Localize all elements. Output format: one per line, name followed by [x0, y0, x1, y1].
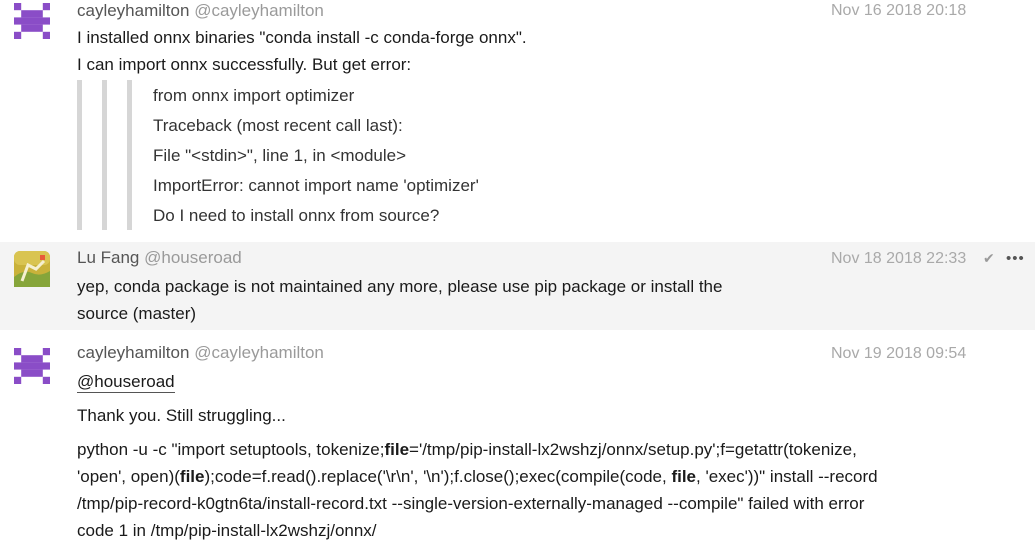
- code-line: python -u -c "import setuptools, tokeniz…: [77, 440, 857, 459]
- message-line: source (master): [77, 304, 197, 323]
- code-line: /tmp/pip-record-k0gtn6ta/install-record.…: [77, 494, 865, 513]
- author-name[interactable]: cayleyhamilton: [77, 343, 189, 362]
- quote-line: ImportError: cannot import name 'optimiz…: [153, 176, 479, 195]
- message-3: cayleyhamilton @cayleyhamilton Nov 19 20…: [0, 330, 1035, 555]
- code-line: code 1 in /tmp/pip-install-lx2wshzj/onnx…: [77, 521, 377, 540]
- quote-line: File "<stdin>", line 1, in <module>: [153, 146, 407, 165]
- author-handle[interactable]: @houseroad: [144, 248, 242, 267]
- blockquote: from onnx import optimizer Traceback (mo…: [77, 80, 597, 232]
- timestamp[interactable]: Nov 19 2018 09:54: [831, 345, 966, 363]
- avatar-cayleyhamilton[interactable]: [14, 3, 50, 39]
- author-name[interactable]: cayleyhamilton: [77, 1, 189, 20]
- quote-line: from onnx import optimizer: [153, 86, 355, 105]
- author-name[interactable]: Lu Fang: [77, 248, 139, 267]
- checkmark-icon: ✔: [983, 250, 995, 266]
- message-1: cayleyhamilton @cayleyhamilton Nov 16 20…: [0, 0, 1035, 242]
- message-line: I can import onnx successfully. But get …: [77, 55, 412, 74]
- quote-bar: [127, 80, 132, 230]
- user-mention[interactable]: @houseroad: [77, 372, 175, 393]
- quote-line: Do I need to install onnx from source?: [153, 206, 440, 225]
- message-header: Lu Fang @houseroad: [77, 248, 242, 268]
- message-2: Lu Fang @houseroad Nov 18 2018 22:33 yep…: [0, 242, 1035, 330]
- message-line: Thank you. Still struggling...: [77, 406, 286, 425]
- author-handle[interactable]: @cayleyhamilton: [194, 1, 324, 20]
- author-handle[interactable]: @cayleyhamilton: [194, 343, 324, 362]
- quote-bar: [102, 80, 107, 230]
- ellipsis-icon[interactable]: •••: [1006, 250, 1025, 267]
- code-line: 'open', open)(file);code=f.read().replac…: [77, 467, 878, 486]
- avatar-cayleyhamilton[interactable]: [14, 348, 50, 384]
- quote-bar: [77, 80, 82, 230]
- quote-line: Traceback (most recent call last):: [153, 116, 403, 135]
- message-header: cayleyhamilton @cayleyhamilton: [77, 1, 324, 21]
- avatar-lu-fang[interactable]: [14, 251, 50, 287]
- message-line: I installed onnx binaries "conda install…: [77, 28, 527, 47]
- message-line: @houseroad: [77, 368, 175, 395]
- message-line: yep, conda package is not maintained any…: [77, 277, 723, 296]
- timestamp[interactable]: Nov 18 2018 22:33: [831, 250, 966, 268]
- message-header: cayleyhamilton @cayleyhamilton: [77, 343, 324, 363]
- timestamp[interactable]: Nov 16 2018 20:18: [831, 2, 966, 20]
